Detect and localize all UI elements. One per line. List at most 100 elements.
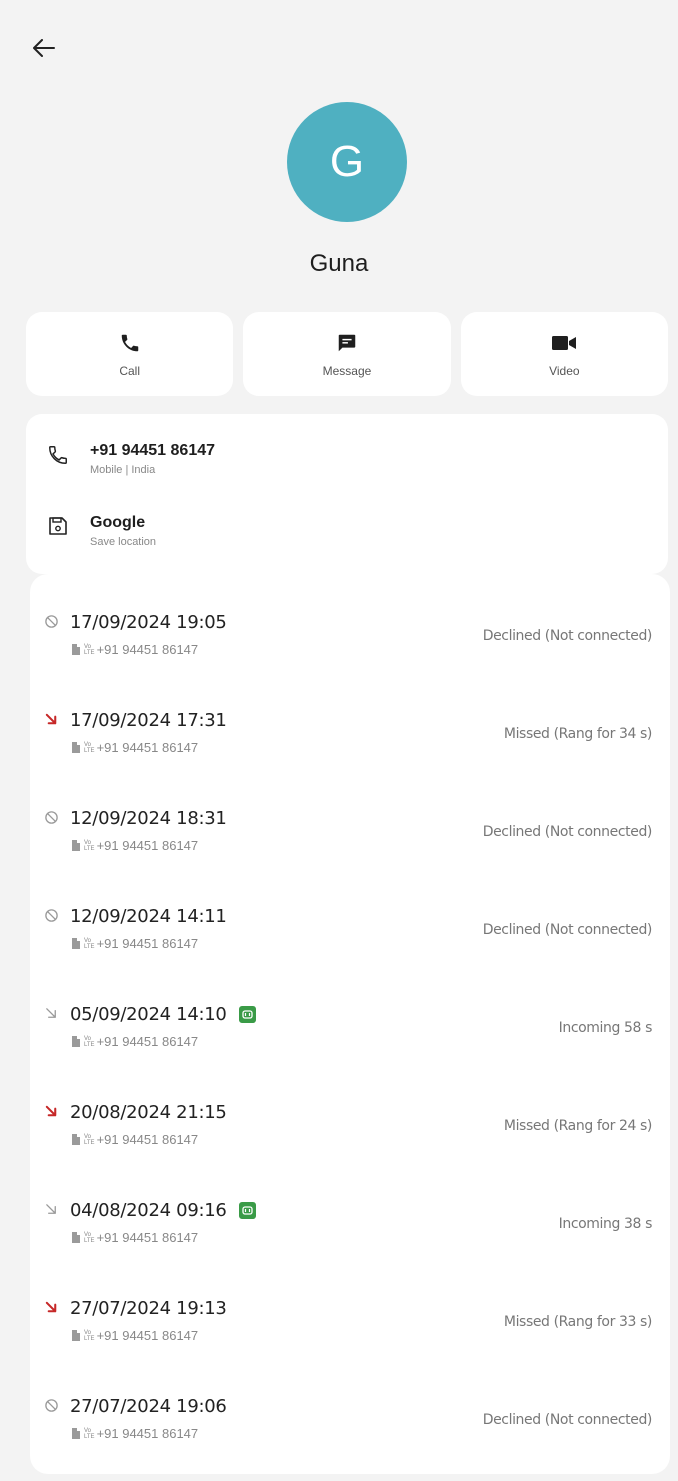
phone-outline-icon bbox=[49, 446, 67, 464]
call-status: Incoming 58 s bbox=[558, 1020, 653, 1036]
call-status: Declined (Not connected) bbox=[482, 1412, 653, 1428]
call-history-row[interactable]: 12/09/2024 18:31 Vo LTE +91 94451 86147 Decl… bbox=[30, 770, 670, 868]
back-button[interactable] bbox=[26, 30, 62, 66]
call-sub-info: Vo LTE +91 94451 86147 bbox=[72, 740, 198, 755]
call-datetime-wrap: 04/08/2024 09:16 bbox=[70, 1200, 256, 1221]
incoming-call-icon bbox=[44, 1202, 60, 1218]
declined-call-icon bbox=[44, 908, 60, 924]
volte-icon: Vo LTE bbox=[84, 1133, 95, 1146]
call-sub-info: Vo LTE +91 94451 86147 bbox=[72, 838, 198, 853]
sim-card-icon bbox=[72, 1232, 80, 1243]
message-icon bbox=[338, 334, 356, 352]
arrow-left-icon bbox=[33, 39, 55, 57]
video-icon bbox=[552, 336, 577, 350]
declined-call-icon bbox=[44, 810, 60, 826]
sim-card-icon bbox=[72, 840, 80, 851]
call-datetime: 12/09/2024 14:11 bbox=[70, 906, 227, 927]
volte-icon: Vo LTE bbox=[84, 1329, 95, 1342]
volte-icon: Vo LTE bbox=[84, 1427, 95, 1440]
video-label: Video bbox=[549, 364, 580, 378]
call-status: Declined (Not connected) bbox=[482, 824, 653, 840]
call-history-row[interactable]: 04/08/2024 09:16 Vo LTE +91 94451 86147 Inco… bbox=[30, 1162, 670, 1260]
sim-card-icon bbox=[72, 742, 80, 753]
volte-icon: Vo LTE bbox=[84, 1035, 95, 1048]
incoming-call-icon bbox=[44, 1006, 60, 1022]
volte-icon: Vo LTE bbox=[84, 643, 95, 656]
call-number: +91 94451 86147 bbox=[96, 1034, 199, 1049]
contact-name: Guna bbox=[309, 250, 369, 277]
contact-details-card: +91 94451 86147 Mobile | India Google Sa… bbox=[26, 414, 668, 574]
account-meta: Save location bbox=[90, 536, 157, 548]
call-sub-info: Vo LTE +91 94451 86147 bbox=[72, 1230, 198, 1245]
call-number: +91 94451 86147 bbox=[96, 1328, 199, 1343]
call-datetime-wrap: 17/09/2024 19:05 bbox=[70, 612, 227, 633]
sim-card-icon bbox=[72, 1428, 80, 1439]
volte-icon: Vo LTE bbox=[84, 839, 95, 852]
call-status: Missed (Rang for 24 s) bbox=[503, 1118, 653, 1134]
missed-call-icon bbox=[44, 712, 60, 728]
call-history-row[interactable]: 20/08/2024 21:15 Vo LTE +91 94451 86147 Miss… bbox=[30, 1064, 670, 1162]
save-icon bbox=[49, 517, 67, 535]
volte-icon: Vo LTE bbox=[84, 1231, 95, 1244]
call-number: +91 94451 86147 bbox=[96, 642, 199, 657]
missed-call-icon bbox=[44, 1104, 60, 1120]
call-datetime-wrap: 27/07/2024 19:06 bbox=[70, 1396, 227, 1417]
account-row[interactable]: Google Save location bbox=[26, 514, 668, 548]
call-number: +91 94451 86147 bbox=[96, 1132, 199, 1147]
call-datetime-wrap: 17/09/2024 17:31 bbox=[70, 710, 227, 731]
call-button[interactable]: Call bbox=[26, 312, 234, 396]
call-datetime: 17/09/2024 17:31 bbox=[70, 710, 227, 731]
call-datetime-wrap: 05/09/2024 14:10 bbox=[70, 1004, 256, 1025]
call-datetime-wrap: 12/09/2024 18:31 bbox=[70, 808, 227, 829]
call-history-row[interactable]: 27/07/2024 19:06 Vo LTE +91 94451 86147 Decl… bbox=[30, 1358, 670, 1456]
call-history-row[interactable]: 17/09/2024 19:05 Vo LTE +91 94451 86147 Decl… bbox=[30, 574, 670, 672]
call-sub-info: Vo LTE +91 94451 86147 bbox=[72, 936, 198, 951]
call-datetime-wrap: 20/08/2024 21:15 bbox=[70, 1102, 227, 1123]
sim-card-icon bbox=[72, 938, 80, 949]
call-datetime: 17/09/2024 19:05 bbox=[70, 612, 227, 633]
call-status: Incoming 38 s bbox=[558, 1216, 653, 1232]
call-datetime-wrap: 12/09/2024 14:11 bbox=[70, 906, 227, 927]
call-history-row[interactable]: 12/09/2024 14:11 Vo LTE +91 94451 86147 Decl… bbox=[30, 868, 670, 966]
call-status: Missed (Rang for 34 s) bbox=[503, 726, 653, 742]
call-datetime: 04/08/2024 09:16 bbox=[70, 1200, 227, 1221]
phone-number: +91 94451 86147 bbox=[90, 442, 216, 459]
call-history-row[interactable]: 17/09/2024 17:31 Vo LTE +91 94451 86147 Miss… bbox=[30, 672, 670, 770]
call-number: +91 94451 86147 bbox=[96, 1230, 199, 1245]
call-history-row[interactable]: 05/09/2024 14:10 Vo LTE +91 94451 86147 Inco… bbox=[30, 966, 670, 1064]
call-sub-info: Vo LTE +91 94451 86147 bbox=[72, 1034, 198, 1049]
missed-call-icon bbox=[44, 1300, 60, 1316]
quick-actions: Call Message Video bbox=[26, 312, 668, 396]
call-history-row[interactable]: 27/07/2024 19:13 Vo LTE +91 94451 86147 Miss… bbox=[30, 1260, 670, 1358]
sim-card-icon bbox=[72, 1134, 80, 1145]
phone-number-row[interactable]: +91 94451 86147 Mobile | India bbox=[26, 442, 668, 476]
call-number: +91 94451 86147 bbox=[96, 740, 199, 755]
declined-call-icon bbox=[44, 1398, 60, 1414]
call-sub-info: Vo LTE +91 94451 86147 bbox=[72, 1328, 198, 1343]
call-sub-info: Vo LTE +91 94451 86147 bbox=[72, 1426, 198, 1441]
call-history-list: 17/09/2024 19:05 Vo LTE +91 94451 86147 Decl… bbox=[30, 574, 670, 1474]
hd-voice-icon bbox=[238, 1202, 256, 1219]
call-number: +91 94451 86147 bbox=[96, 1426, 199, 1441]
volte-icon: Vo LTE bbox=[84, 937, 95, 950]
call-status: Declined (Not connected) bbox=[482, 922, 653, 938]
call-label: Call bbox=[119, 364, 140, 378]
declined-call-icon bbox=[44, 614, 60, 630]
call-datetime: 27/07/2024 19:13 bbox=[70, 1298, 227, 1319]
avatar: G bbox=[287, 102, 407, 222]
call-datetime: 12/09/2024 18:31 bbox=[70, 808, 227, 829]
phone-meta: Mobile | India bbox=[90, 464, 156, 476]
hd-voice-icon bbox=[238, 1006, 256, 1023]
call-datetime-wrap: 27/07/2024 19:13 bbox=[70, 1298, 227, 1319]
call-sub-info: Vo LTE +91 94451 86147 bbox=[72, 1132, 198, 1147]
call-sub-info: Vo LTE +91 94451 86147 bbox=[72, 642, 198, 657]
call-status: Missed (Rang for 33 s) bbox=[503, 1314, 653, 1330]
sim-card-icon bbox=[72, 1330, 80, 1341]
call-number: +91 94451 86147 bbox=[96, 838, 199, 853]
message-button[interactable]: Message bbox=[243, 312, 451, 396]
volte-icon: Vo LTE bbox=[84, 741, 95, 754]
call-datetime: 20/08/2024 21:15 bbox=[70, 1102, 227, 1123]
message-label: Message bbox=[322, 364, 372, 378]
sim-card-icon bbox=[72, 644, 80, 655]
video-button[interactable]: Video bbox=[460, 312, 668, 396]
